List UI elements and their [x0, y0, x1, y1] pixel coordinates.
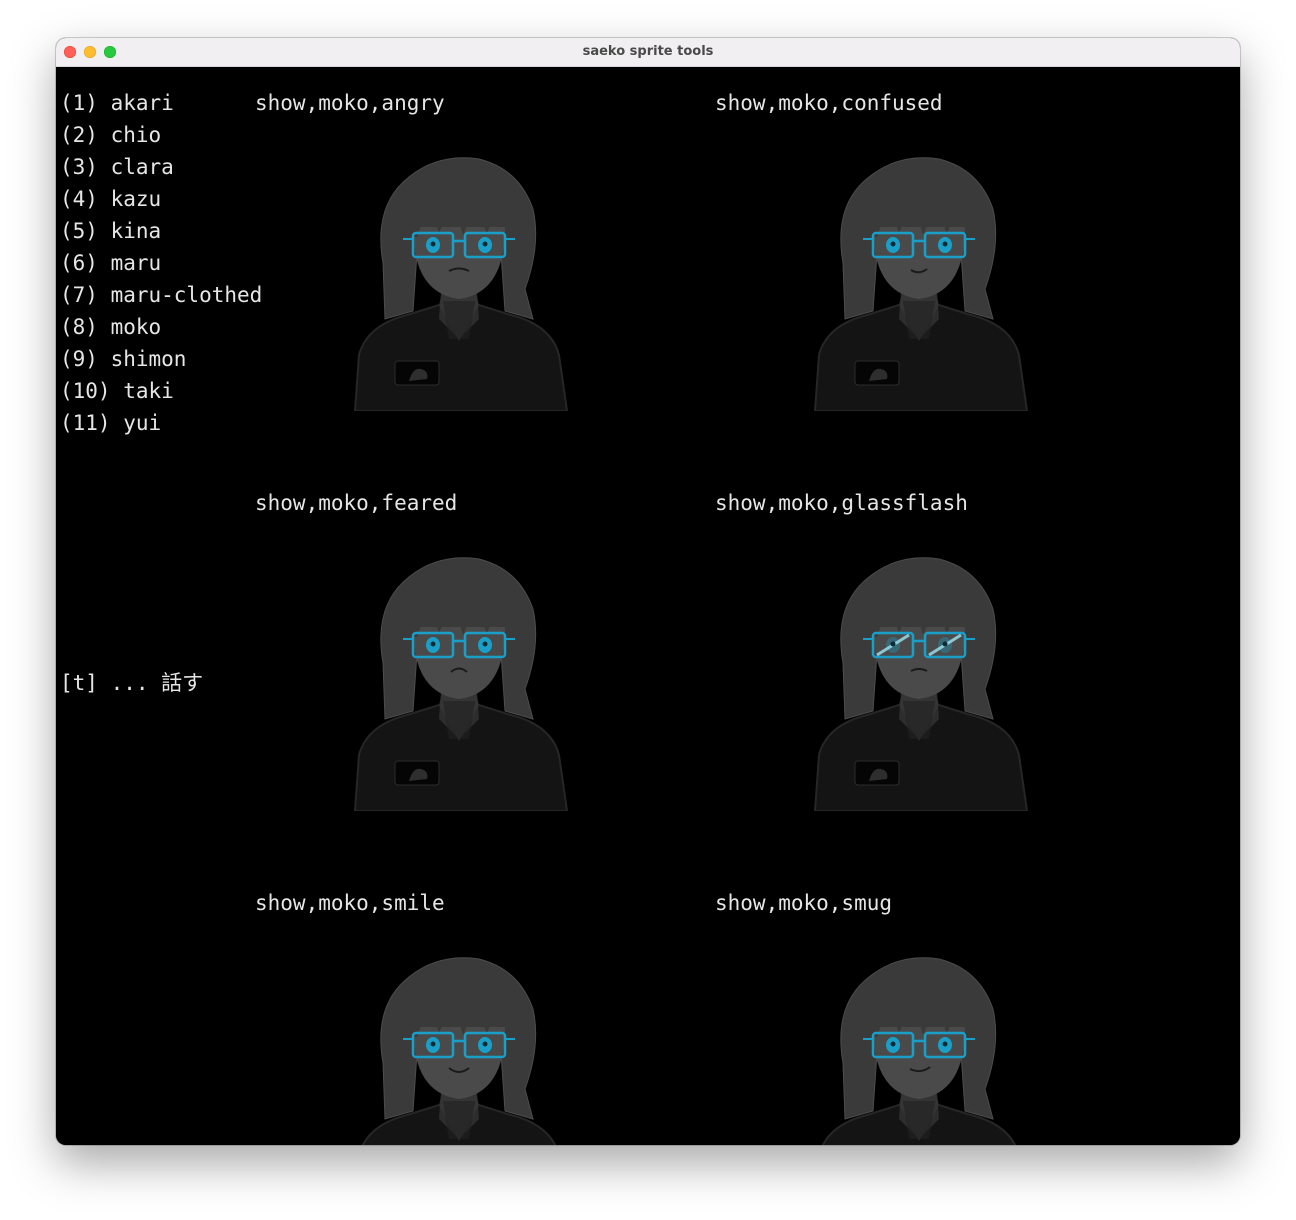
- character-sprite-svg: [361, 957, 557, 1145]
- window-title: saeko sprite tools: [582, 44, 714, 59]
- character-item-maru[interactable]: (6) maru: [60, 251, 262, 283]
- sprite-cell[interactable]: show,moko,angry: [255, 91, 655, 471]
- character-sprite-image: [807, 143, 1031, 412]
- sprite-cell[interactable]: show,moko,smile: [255, 891, 655, 1145]
- character-item-kina[interactable]: (5) kina: [60, 219, 262, 251]
- sprite-cell[interactable]: show,moko,confused: [715, 91, 1115, 471]
- sprite-label: show,moko,smile: [255, 891, 445, 915]
- character-sprite-image: [807, 543, 1031, 812]
- character-item-taki[interactable]: (10) taki: [60, 379, 262, 411]
- sprite-cell[interactable]: show,moko,glassflash: [715, 491, 1115, 871]
- character-item-yui[interactable]: (11) yui: [60, 411, 262, 443]
- character-sprite-svg: [813, 557, 1029, 812]
- character-item-maru-clothed[interactable]: (7) maru-clothed: [60, 283, 262, 315]
- character-sprite-svg: [813, 157, 1029, 412]
- sprite-cell[interactable]: show,moko,feared: [255, 491, 655, 871]
- sprite-label: show,moko,feared: [255, 491, 458, 515]
- character-item-chio[interactable]: (2) chio: [60, 123, 262, 155]
- character-item-kazu[interactable]: (4) kazu: [60, 187, 262, 219]
- character-item-moko[interactable]: (8) moko: [60, 315, 262, 347]
- character-sprite-svg: [821, 957, 1017, 1145]
- character-menu: (1) akari (2) chio (3) clara (4) kazu (5…: [60, 91, 262, 443]
- character-sprite-image: [347, 543, 571, 812]
- sprite-label: show,moko,glassflash: [715, 491, 968, 515]
- character-sprite-svg: [353, 157, 569, 412]
- character-sprite-image: [347, 143, 571, 412]
- app-window: saeko sprite tools (1) akari (2) chio (3…: [56, 38, 1240, 1145]
- character-sprite-svg: [353, 557, 569, 812]
- character-item-shimon[interactable]: (9) shimon: [60, 347, 262, 379]
- sprite-cell[interactable]: show,moko,smug: [715, 891, 1115, 1145]
- title-bar[interactable]: saeko sprite tools: [56, 38, 1240, 67]
- talk-hint: [t] ... 話す: [60, 671, 204, 695]
- character-item-clara[interactable]: (3) clara: [60, 155, 262, 187]
- character-item-akari[interactable]: (1) akari: [60, 91, 262, 123]
- sprite-label: show,moko,smug: [715, 891, 893, 915]
- sprite-label: show,moko,angry: [255, 91, 445, 115]
- character-sprite-image: [347, 943, 571, 1145]
- sprite-viewer-canvas: (1) akari (2) chio (3) clara (4) kazu (5…: [56, 67, 1240, 1145]
- sprite-label: show,moko,confused: [715, 91, 943, 115]
- character-sprite-image: [807, 943, 1031, 1145]
